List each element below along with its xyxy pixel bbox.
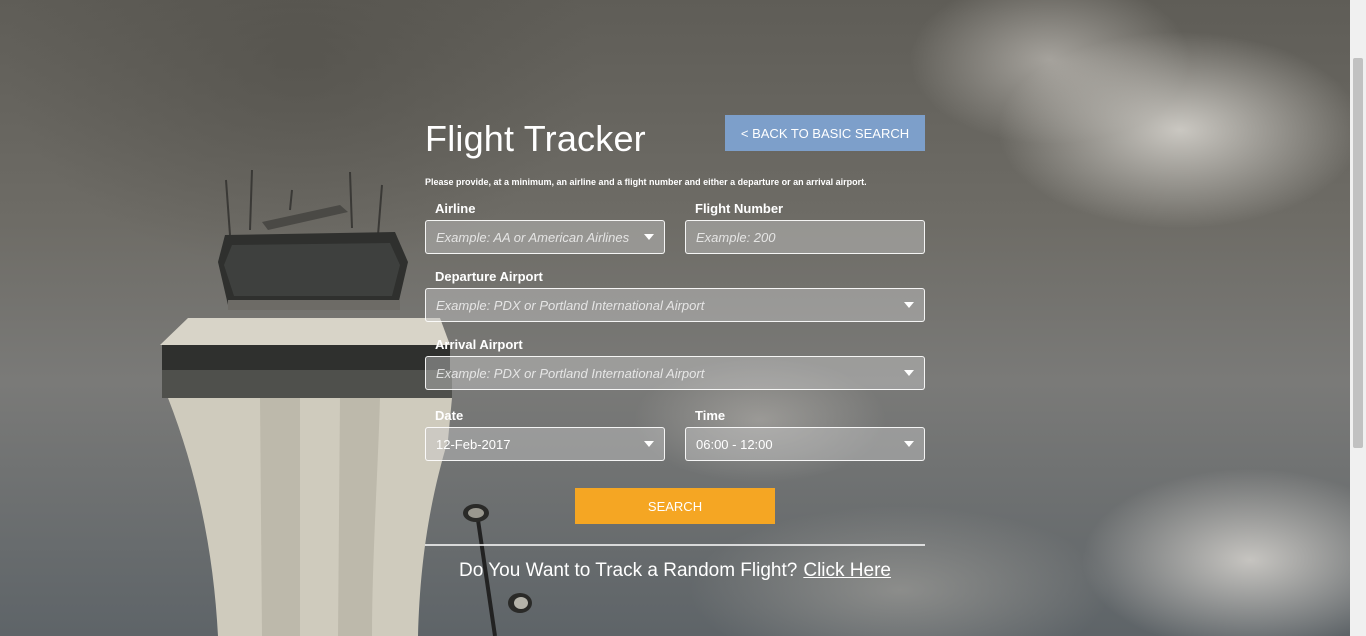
form-instructions: Please provide, at a minimum, an airline… <box>425 177 867 187</box>
random-flight-prompt: Do You Want to Track a Random Flight? Cli… <box>425 560 925 582</box>
departure-airport-placeholder: Example: PDX or Portland International A… <box>436 298 705 313</box>
search-button[interactable]: SEARCH <box>575 488 775 524</box>
airline-placeholder: Example: AA or American Airlines <box>436 230 630 245</box>
flight-number-input[interactable]: Example: 200 <box>685 220 925 254</box>
time-value: 06:00 - 12:00 <box>696 437 773 452</box>
arrival-airport-label: Arrival Airport <box>435 337 523 352</box>
time-label: Time <box>695 408 726 423</box>
caret-down-icon <box>644 234 654 240</box>
scrollbar-thumb[interactable] <box>1353 58 1363 448</box>
caret-down-icon <box>904 441 914 447</box>
airline-select[interactable]: Example: AA or American Airlines <box>425 220 665 254</box>
departure-airport-label: Departure Airport <box>435 269 543 284</box>
random-flight-text: Do You Want to Track a Random Flight? <box>459 560 798 581</box>
time-select[interactable]: 06:00 - 12:00 <box>685 427 925 461</box>
divider <box>425 544 925 546</box>
date-select[interactable]: 12-Feb-2017 <box>425 427 665 461</box>
caret-down-icon <box>644 441 654 447</box>
caret-down-icon <box>904 370 914 376</box>
arrival-airport-select[interactable]: Example: PDX or Portland International A… <box>425 356 925 390</box>
date-value: 12-Feb-2017 <box>436 437 511 452</box>
back-to-basic-search-button[interactable]: < BACK TO BASIC SEARCH <box>725 115 925 151</box>
arrival-airport-placeholder: Example: PDX or Portland International A… <box>436 366 705 381</box>
flight-number-label: Flight Number <box>695 201 784 216</box>
caret-down-icon <box>904 302 914 308</box>
page-title: Flight Tracker <box>425 118 646 159</box>
departure-airport-select[interactable]: Example: PDX or Portland International A… <box>425 288 925 322</box>
flight-number-placeholder: Example: 200 <box>696 230 776 245</box>
airline-label: Airline <box>435 201 476 216</box>
page-scrollbar[interactable] <box>1350 0 1366 636</box>
random-flight-link[interactable]: Click Here <box>803 560 891 581</box>
date-label: Date <box>435 408 464 423</box>
